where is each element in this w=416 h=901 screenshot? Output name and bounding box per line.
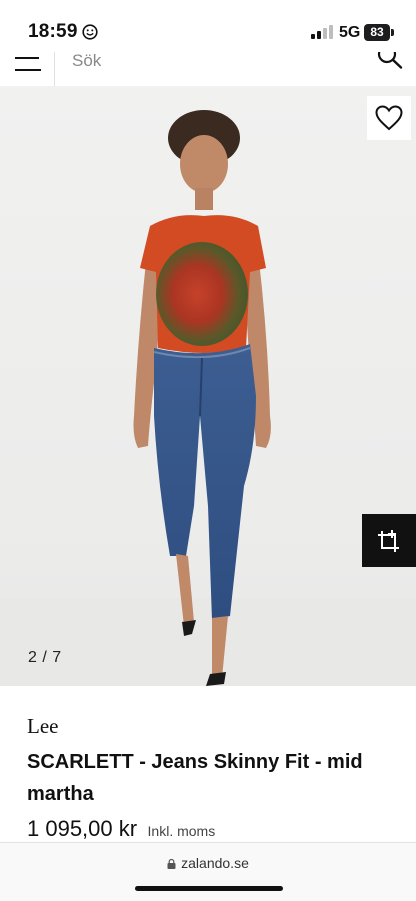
model-photo [133, 110, 271, 686]
url-text: zalando.se [181, 855, 249, 871]
search-icon[interactable] [374, 52, 406, 74]
battery-icon: 83 [364, 24, 394, 41]
url-display[interactable]: zalando.se [0, 855, 416, 871]
battery-level: 83 [364, 24, 390, 41]
search-input[interactable] [72, 52, 332, 72]
brand-name[interactable]: Lee [27, 714, 58, 739]
status-bar: 18:59 5G 83 [0, 0, 416, 52]
product-title: SCARLETT - Jeans Skinny Fit - mid martha [27, 751, 363, 805]
signal-icon [311, 25, 333, 39]
ar-view-icon [378, 529, 399, 552]
smiley-icon [82, 24, 98, 40]
home-indicator[interactable] [135, 886, 283, 891]
menu-icon [15, 57, 39, 59]
price: 1 095,00 kr [27, 816, 138, 841]
menu-button[interactable] [0, 52, 55, 86]
wishlist-button[interactable] [367, 96, 411, 140]
image-counter: 2 / 7 [28, 649, 62, 666]
price-row: 1 095,00 kr Inkl. moms [27, 816, 215, 842]
browser-address-bar[interactable]: zalando.se [0, 842, 416, 901]
lock-icon [167, 859, 176, 869]
ar-view-button[interactable] [362, 514, 416, 567]
product-image[interactable]: 2 / 7 [0, 86, 416, 686]
network-type: 5G [339, 24, 361, 41]
status-time: 18:59 [28, 21, 78, 42]
heart-icon [375, 105, 403, 131]
vat-note: Inkl. moms [147, 823, 216, 839]
menu-icon-line [15, 69, 41, 71]
search-header [0, 52, 416, 87]
